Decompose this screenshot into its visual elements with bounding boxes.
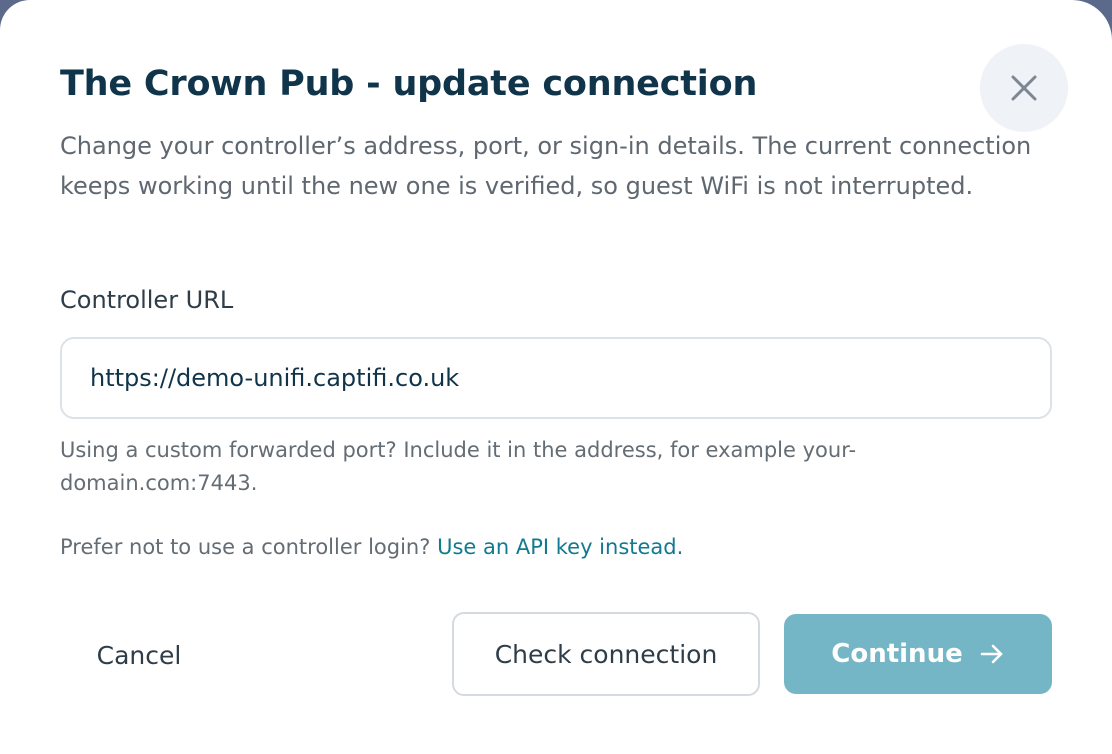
controller-url-input[interactable] [60, 337, 1052, 419]
api-key-prompt: Prefer not to use a controller login? [60, 535, 431, 559]
arrow-right-icon [979, 641, 1005, 667]
check-connection-button[interactable]: Check connection [452, 612, 760, 696]
controller-url-label: Controller URL [60, 286, 234, 314]
close-button[interactable] [980, 44, 1068, 132]
close-icon [1009, 73, 1039, 103]
cancel-button[interactable]: Cancel [72, 614, 206, 696]
continue-button[interactable]: Continue [784, 614, 1052, 694]
dialog-title: The Crown Pub - update connection [60, 64, 758, 104]
api-key-prompt-line: Prefer not to use a controller login? Us… [60, 531, 683, 564]
update-connection-dialog: The Crown Pub - update connection Change… [0, 0, 1112, 754]
controller-url-hint: Using a custom forwarded port? Include i… [60, 438, 857, 495]
continue-label: Continue [831, 639, 963, 669]
dialog-description: Change your controller’s address, port, … [60, 132, 1032, 200]
use-api-key-link[interactable]: Use an API key instead. [437, 535, 683, 559]
